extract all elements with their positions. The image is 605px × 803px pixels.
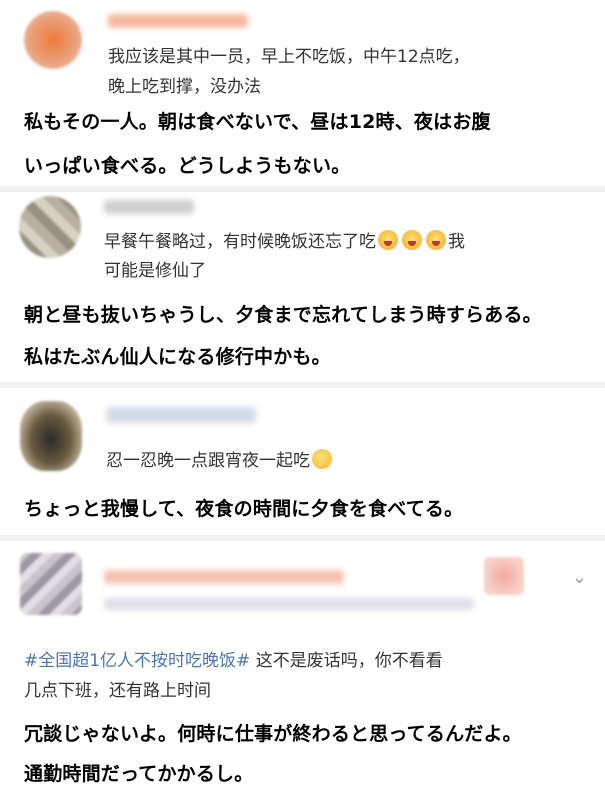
comment-text: 忍一忍晚一点跟宵夜一起吃 [106,447,332,475]
comment-text-line: 我 [448,232,465,252]
comment-text: 早餐午餐略过，有时候晚饭还忘了吃 我 [104,228,465,256]
username-blurred[interactable] [104,598,474,610]
username-blurred[interactable] [108,14,248,28]
separator [0,382,605,388]
comment-text-line: 晚上吃到撑，没办法 [108,77,261,97]
comment-text-line: 早餐午餐略过，有时候晚饭还忘了吃 [104,232,376,252]
translation-text: ちょっと我慢して、夜食の時間に夕食を食べてる。 [24,498,464,520]
comment-text-line: 忍一忍晚一点跟宵夜一起吃 [106,451,310,471]
badge-image [484,557,524,595]
username-blurred[interactable] [106,407,256,423]
comment-text: 晚上吃到撑，没办法 [108,73,261,101]
username-blurred[interactable] [104,570,344,584]
separator [0,535,605,541]
translation-text: いっぱい食べる。どうしようもない。 [24,155,351,177]
translation-text: 私はたぶん仙人になる修行中かも。 [24,346,331,368]
comment-text: #全国超1亿人不按时吃晚饭# 这不是废话吗，你不看看 [24,647,443,675]
comment-text-line: 几点下班，还有路上时间 [24,681,211,701]
comment-text-line: 可能是修仙了 [104,261,206,281]
scared-face-icon [378,230,398,250]
comment-text: 我应该是其中一员，早上不吃饭，中午12点吃， [108,43,470,71]
avatar[interactable] [20,401,82,471]
translation-text: 私もその一人。朝は食べないで、昼は12時、夜はお腹 [24,111,491,133]
comment-text: 可能是修仙了 [104,257,206,285]
avatar[interactable] [24,11,82,69]
comment-text: 几点下班，还有路上时间 [24,677,211,705]
username-blurred[interactable] [104,200,194,214]
translation-text: 朝と昼も抜いちゃうし、夕食まで忘れてしまう時すらある。 [24,304,542,326]
scared-face-icon [402,230,422,250]
avatar[interactable] [19,196,81,258]
comment-text-line: 这不是废话吗，你不看看 [255,651,443,671]
comment-text-line: 我应该是其中一员，早上不吃饭，中午12点吃， [108,47,470,67]
avatar[interactable] [20,553,82,615]
translation-text: 通勤時間だってかかるし。 [24,763,254,785]
scared-face-icon [426,230,446,250]
chevron-down-icon[interactable]: ⌄ [572,567,587,588]
separator [0,186,605,192]
translation-text: 冗談じゃないよ。何時に仕事が終わると思ってるんだよ。 [24,723,522,745]
thinking-face-icon [312,449,332,469]
hashtag-link[interactable]: #全国超1亿人不按时吃晚饭# [24,651,250,671]
